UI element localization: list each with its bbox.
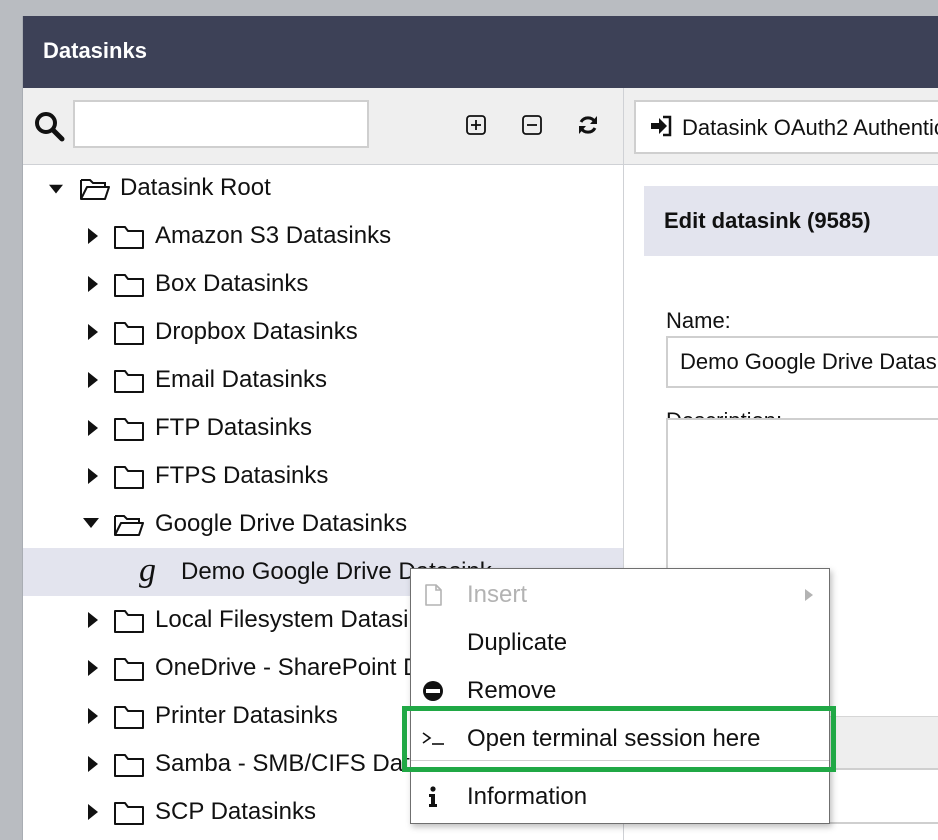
menu-item-remove[interactable]: Remove xyxy=(411,667,829,715)
tree-node-label: Dropbox Datasinks xyxy=(155,318,358,345)
tree-node-amazon-s3[interactable]: Amazon S3 Datasinks xyxy=(23,212,623,260)
folder-icon xyxy=(114,658,144,681)
terminal-icon xyxy=(422,732,444,745)
folder-icon xyxy=(114,418,144,441)
tree-node-label: Local Filesystem Datasinks xyxy=(155,606,446,633)
expand-all-icon[interactable] xyxy=(465,114,487,136)
menu-item-label: Insert xyxy=(467,581,528,608)
oauth2-authentication-button[interactable]: Datasink OAuth2 Authentication xyxy=(634,100,938,154)
caret-right-icon[interactable] xyxy=(87,276,101,292)
tree-node-root[interactable]: Datasink Root xyxy=(23,164,623,212)
tree-node-label: Google Drive Datasinks xyxy=(155,510,408,537)
context-menu: Insert Duplicate Remove Open terminal se… xyxy=(410,568,830,824)
tree-node-google-drive[interactable]: Google Drive Datasinks xyxy=(23,500,623,548)
folder-icon xyxy=(114,466,144,489)
refresh-icon[interactable] xyxy=(577,114,599,136)
panel-title: Edit datasink (9585) xyxy=(664,208,871,233)
google-drive-icon: g xyxy=(139,552,156,589)
detail-toolbar: Datasink OAuth2 Authentication xyxy=(624,88,938,165)
menu-item-label: Duplicate xyxy=(467,629,568,656)
oauth2-button-label: Datasink OAuth2 Authentication xyxy=(682,115,938,140)
file-icon xyxy=(425,584,442,606)
info-icon xyxy=(429,786,437,807)
folder-open-icon xyxy=(114,515,144,536)
menu-item-label: Remove xyxy=(467,677,557,704)
folder-icon xyxy=(114,274,144,297)
window-title: Datasinks xyxy=(43,38,147,63)
caret-right-icon[interactable] xyxy=(87,708,101,724)
folder-icon xyxy=(114,322,144,345)
tree-node-dropbox[interactable]: Dropbox Datasinks xyxy=(23,308,623,356)
tree-toolbar xyxy=(23,88,623,165)
folder-icon xyxy=(114,706,144,729)
search-input[interactable] xyxy=(73,100,369,148)
tree-node-label: Box Datasinks xyxy=(155,270,309,297)
folder-icon xyxy=(114,610,144,633)
caret-right-icon[interactable] xyxy=(87,804,101,820)
tree-node-label: Datasink Root xyxy=(120,174,271,201)
menu-item-label: Information xyxy=(467,783,588,810)
tree-node-label: Email Datasinks xyxy=(155,366,328,393)
name-field[interactable]: Demo Google Drive Datasink xyxy=(666,336,938,388)
caret-right-icon[interactable] xyxy=(87,324,101,340)
folder-open-icon xyxy=(80,179,110,200)
tree-node-ftp[interactable]: FTP Datasinks xyxy=(23,404,623,452)
tree-node-box[interactable]: Box Datasinks xyxy=(23,260,623,308)
menu-item-information[interactable]: Information xyxy=(411,773,829,821)
menu-item-open-terminal[interactable]: Open terminal session here xyxy=(411,715,829,763)
caret-down-icon[interactable] xyxy=(49,182,63,198)
caret-right-icon[interactable] xyxy=(87,468,101,484)
folder-icon xyxy=(114,802,144,825)
menu-separator xyxy=(411,760,829,761)
menu-item-duplicate[interactable]: Duplicate xyxy=(411,619,829,667)
caret-right-icon[interactable] xyxy=(87,372,101,388)
menu-item-insert[interactable]: Insert xyxy=(411,571,829,619)
edit-panel-header: Edit datasink (9585) xyxy=(644,186,938,256)
folder-icon xyxy=(114,754,144,777)
menu-item-label: Open terminal session here xyxy=(467,725,761,752)
minus-circle-icon xyxy=(423,681,443,701)
caret-right-icon[interactable] xyxy=(87,756,101,772)
tree-node-label: SCP Datasinks xyxy=(155,798,316,825)
submenu-arrow-icon xyxy=(805,589,813,601)
caret-right-icon[interactable] xyxy=(87,420,101,436)
tree-node-email[interactable]: Email Datasinks xyxy=(23,356,623,404)
collapse-all-icon[interactable] xyxy=(521,114,543,136)
caret-down-icon[interactable] xyxy=(83,518,99,530)
tree-node-label: Amazon S3 Datasinks xyxy=(155,222,392,249)
tree-node-label: FTP Datasinks xyxy=(155,414,312,441)
tree-node-label: Printer Datasinks xyxy=(155,702,338,729)
caret-right-icon[interactable] xyxy=(87,660,101,676)
tree-node-ftps[interactable]: FTPS Datasinks xyxy=(23,452,623,500)
sign-in-icon xyxy=(651,115,672,137)
tree-node-label: FTPS Datasinks xyxy=(155,462,329,489)
caret-right-icon[interactable] xyxy=(87,612,101,628)
search-icon xyxy=(35,112,65,142)
name-label: Name: xyxy=(666,308,731,333)
caret-right-icon[interactable] xyxy=(87,228,101,244)
title-bar: Datasinks xyxy=(23,16,938,88)
folder-icon xyxy=(114,226,144,249)
folder-icon xyxy=(114,370,144,393)
